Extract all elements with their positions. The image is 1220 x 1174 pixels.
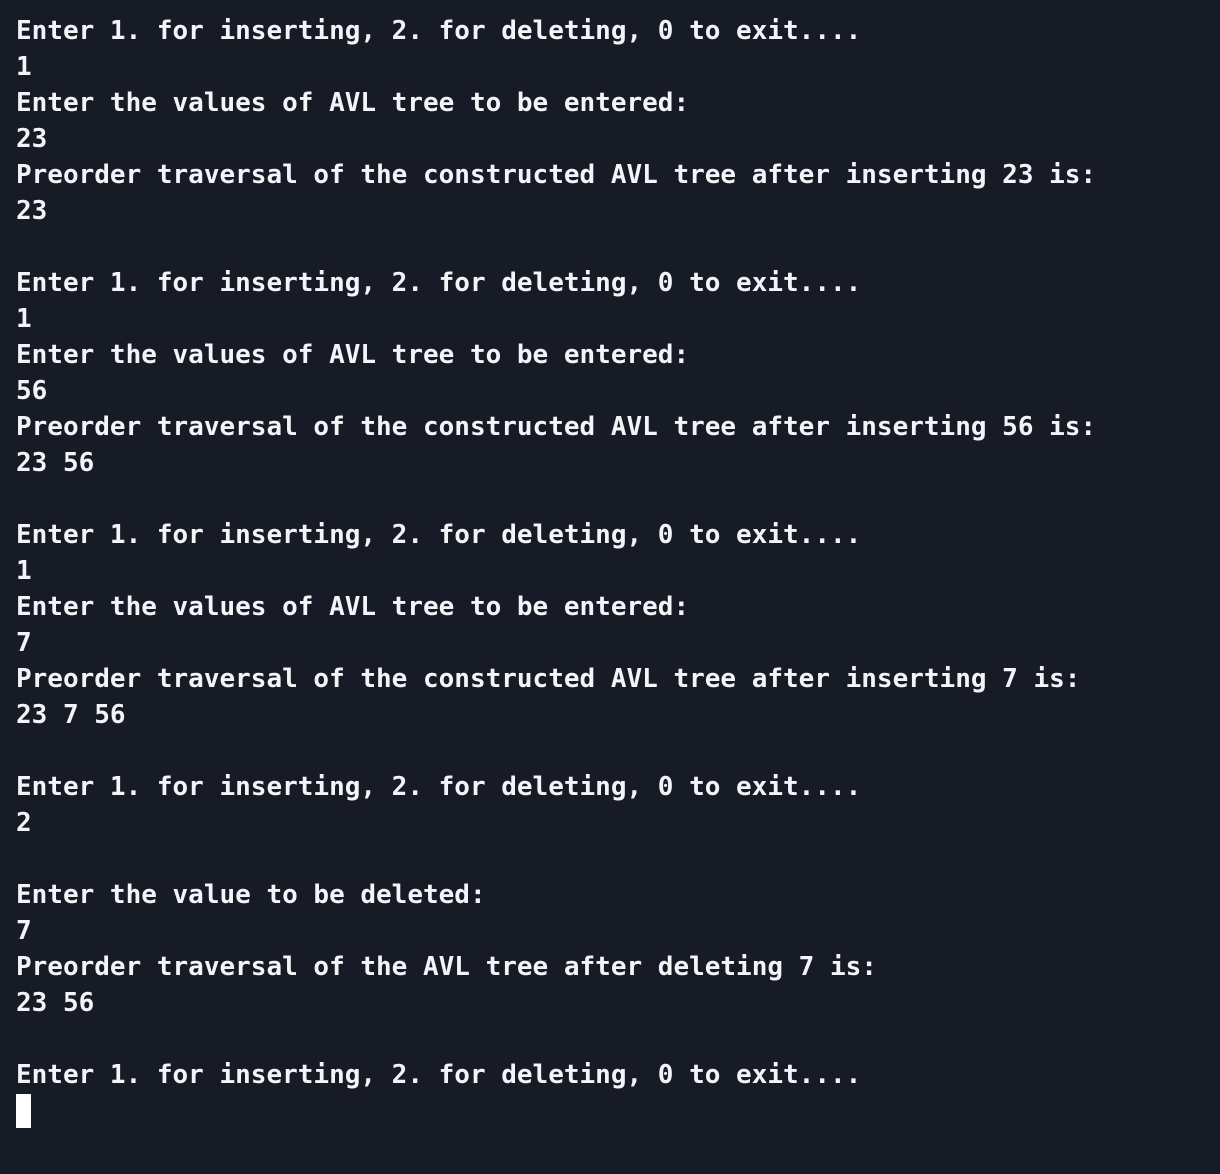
terminal-line: Enter 1. for inserting, 2. for deleting,… <box>16 16 862 46</box>
terminal-line: 2 <box>16 808 32 838</box>
terminal-line: 7 <box>16 628 32 658</box>
text-cursor <box>16 1094 31 1128</box>
terminal-line: Enter 1. for inserting, 2. for deleting,… <box>16 1060 862 1090</box>
terminal-line: Enter the values of AVL tree to be enter… <box>16 88 690 118</box>
terminal-line: 23 56 <box>16 988 95 1018</box>
terminal-line: Enter the value to be deleted: <box>16 880 486 910</box>
terminal-input-line[interactable] <box>16 1093 1220 1129</box>
terminal-line: 1 <box>16 52 32 82</box>
terminal-line: 1 <box>16 304 32 334</box>
terminal-line: Preorder traversal of the constructed AV… <box>16 664 1081 694</box>
terminal-line: Enter the values of AVL tree to be enter… <box>16 592 690 622</box>
terminal-output[interactable]: Enter 1. for inserting, 2. for deleting,… <box>0 0 1220 1174</box>
terminal-line: Preorder traversal of the constructed AV… <box>16 412 1097 442</box>
terminal-line: Enter 1. for inserting, 2. for deleting,… <box>16 520 862 550</box>
terminal-line: 23 56 <box>16 448 95 478</box>
terminal-line: Enter 1. for inserting, 2. for deleting,… <box>16 772 862 802</box>
terminal-line: 1 <box>16 556 32 586</box>
terminal-line: Enter the values of AVL tree to be enter… <box>16 340 690 370</box>
terminal-line: 23 7 56 <box>16 700 126 730</box>
terminal-line: Preorder traversal of the constructed AV… <box>16 160 1097 190</box>
terminal-line: Enter 1. for inserting, 2. for deleting,… <box>16 268 862 298</box>
terminal-line: 23 <box>16 124 48 154</box>
terminal-line: 56 <box>16 376 48 406</box>
terminal-line: 23 <box>16 196 48 226</box>
terminal-line: Preorder traversal of the AVL tree after… <box>16 952 877 982</box>
terminal-line: 7 <box>16 916 32 946</box>
